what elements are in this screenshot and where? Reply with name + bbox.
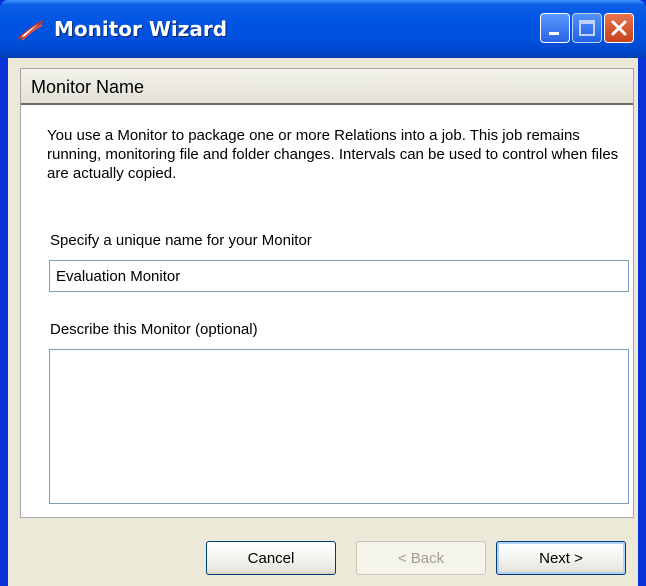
monitor-description-input[interactable]	[49, 349, 629, 504]
monitor-name-input[interactable]	[49, 260, 629, 292]
close-icon	[611, 20, 627, 36]
next-button[interactable]: Next >	[496, 541, 626, 575]
maximize-icon	[579, 20, 595, 36]
back-button[interactable]: < Back	[356, 541, 486, 575]
title-bar[interactable]: Monitor Wizard	[0, 0, 646, 58]
window-title: Monitor Wizard	[54, 17, 228, 41]
page-header: Monitor Name	[21, 69, 633, 105]
monitor-description-label: Describe this Monitor (optional)	[50, 321, 258, 338]
monitor-name-label: Specify a unique name for your Monitor	[50, 232, 312, 249]
wizard-page-panel: Monitor Name You use a Monitor to packag…	[20, 68, 634, 518]
page-title: Monitor Name	[31, 77, 145, 97]
cancel-button[interactable]: Cancel	[206, 541, 336, 575]
minimize-button[interactable]	[540, 13, 570, 43]
page-description: You use a Monitor to package one or more…	[47, 127, 619, 182]
wizard-app-icon	[16, 18, 46, 42]
monitor-wizard-window: Monitor Wizard Monitor Name You use a Mo…	[0, 0, 646, 586]
dialog-body: Monitor Name You use a Monitor to packag…	[8, 58, 638, 586]
close-button[interactable]	[604, 13, 634, 43]
maximize-button[interactable]	[572, 13, 602, 43]
minimize-icon	[549, 32, 559, 35]
